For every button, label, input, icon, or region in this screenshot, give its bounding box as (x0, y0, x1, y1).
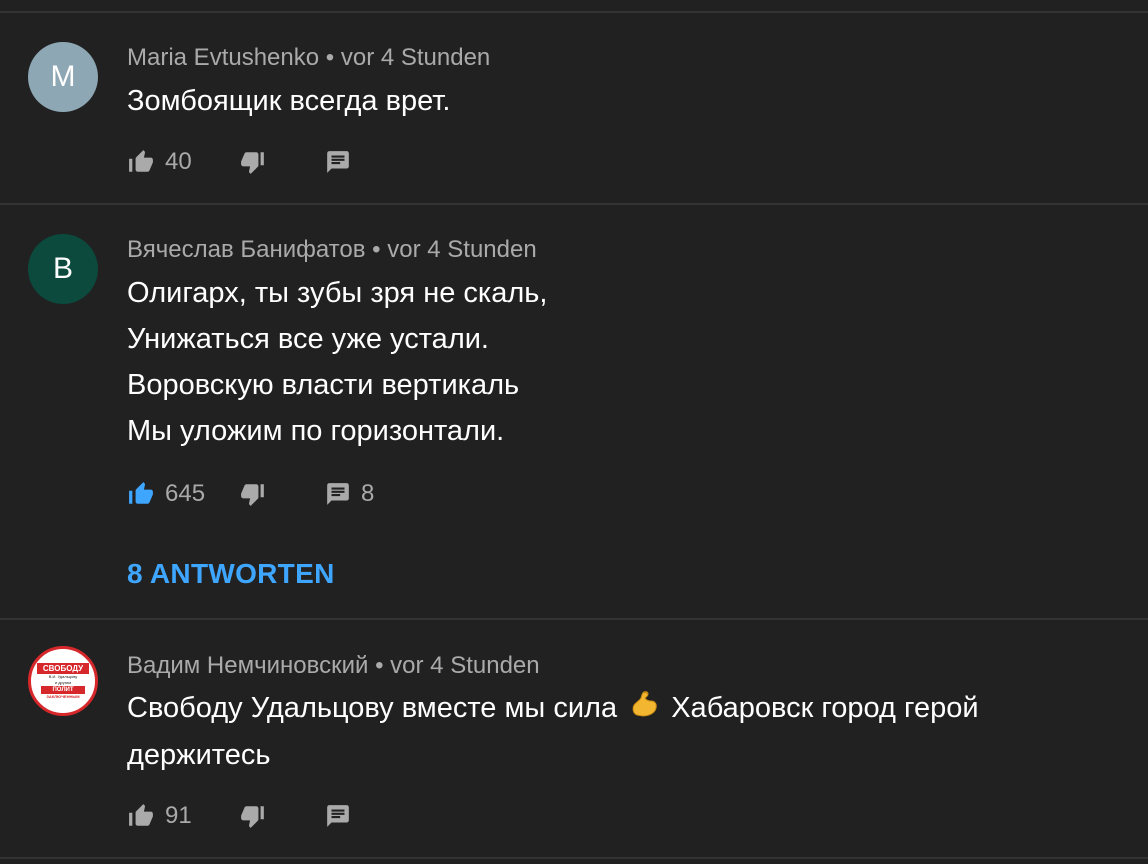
reply-button[interactable] (325, 801, 351, 831)
top-divider (0, 11, 1148, 13)
meta-separator: • (325, 44, 341, 71)
author-name[interactable]: Maria Evtushenko (127, 44, 319, 71)
comment-line: Зомбоящик всегда врет. (127, 85, 451, 117)
comment-line: Олигарх, ты зубы зря не скаль, (127, 277, 548, 309)
thumb-up-icon (129, 150, 153, 172)
comment-meta: Вадим Немчиновский • vor 4 Stunden (127, 652, 540, 680)
avatar-badge[interactable]: СВОБОДУ В.И. Удальцову и другим ПОЛИТ ЗА… (28, 646, 98, 716)
comment-actions: 40 (127, 147, 527, 177)
comment-icon (327, 805, 349, 827)
like-button[interactable]: 91 (127, 801, 192, 831)
badge-line-1: СВОБОДУ (37, 662, 89, 674)
comment-line: Воровскую власти вертикаль (127, 369, 520, 401)
comment-line: Унижаться все уже устали. (127, 323, 489, 355)
thumb-up-icon (129, 482, 153, 504)
comment-line: Мы уложим по горизонтали. (127, 415, 505, 447)
thumb-down-icon (241, 484, 264, 506)
flexed-biceps-icon (629, 686, 659, 732)
comment-actions: 91 (127, 801, 527, 831)
badge-line-4: ПОЛИТ (41, 685, 85, 694)
thumb-down-icon (241, 806, 264, 828)
avatar-letter: M (50, 60, 76, 93)
comment-text: Олигарх, ты зубы зря не скаль, Унижаться… (127, 270, 547, 454)
avatar-letter: В (52, 252, 73, 285)
comment-text-part: Хабаровск город герой (671, 692, 979, 724)
like-count: 91 (165, 802, 192, 829)
thumb-up-icon (129, 804, 153, 826)
comment-divider (0, 203, 1148, 205)
meta-separator: • (372, 236, 388, 263)
view-replies-button[interactable]: 8 ANTWORTEN (127, 558, 335, 590)
comment-icon (327, 483, 349, 505)
avatar[interactable]: M (28, 42, 98, 112)
author-name[interactable]: Вячеслав Банифатов (127, 236, 366, 263)
comment-divider (0, 618, 1148, 620)
author-name[interactable]: Вадим Немчиновский (127, 652, 368, 679)
comment-text: Свободу Удальцову вместе мы сила Хабаров… (127, 685, 979, 778)
comment-text: Зомбоящик всегда врет. (127, 78, 450, 124)
bottom-divider (0, 857, 1148, 859)
comment-time: vor 4 Stunden (390, 652, 540, 679)
dislike-button[interactable] (239, 479, 267, 509)
comment-actions: 645 8 (127, 479, 527, 509)
like-count: 645 (165, 480, 206, 507)
badge-line-5: ЗАКЛЮЧЕННЫМ (46, 693, 80, 699)
dislike-button[interactable] (239, 147, 267, 177)
comment-time: vor 4 Stunden (387, 236, 537, 263)
like-button[interactable]: 645 (127, 479, 205, 509)
comment-time: vor 4 Stunden (340, 44, 491, 71)
reply-button[interactable] (325, 147, 351, 177)
comment-meta: Вячеслав Банифатов • vor 4 Stunden (127, 236, 537, 264)
dislike-button[interactable] (239, 801, 267, 831)
reply-button[interactable]: 8 (325, 479, 374, 509)
meta-separator: • (375, 652, 391, 679)
comment-line: держитесь (127, 739, 271, 772)
comment-icon (327, 151, 349, 173)
avatar[interactable]: В (28, 234, 98, 304)
reply-count: 8 (361, 480, 375, 507)
comment-line: Свободу Удальцову вместе мы сила Хабаров… (127, 685, 979, 732)
comment-meta: Maria Evtushenko • vor 4 Stunden (127, 44, 490, 72)
like-count: 40 (165, 148, 192, 175)
thumb-down-icon (241, 152, 264, 174)
comment-text-part: Свободу Удальцову вместе мы сила (127, 692, 618, 724)
like-button[interactable]: 40 (127, 147, 192, 177)
